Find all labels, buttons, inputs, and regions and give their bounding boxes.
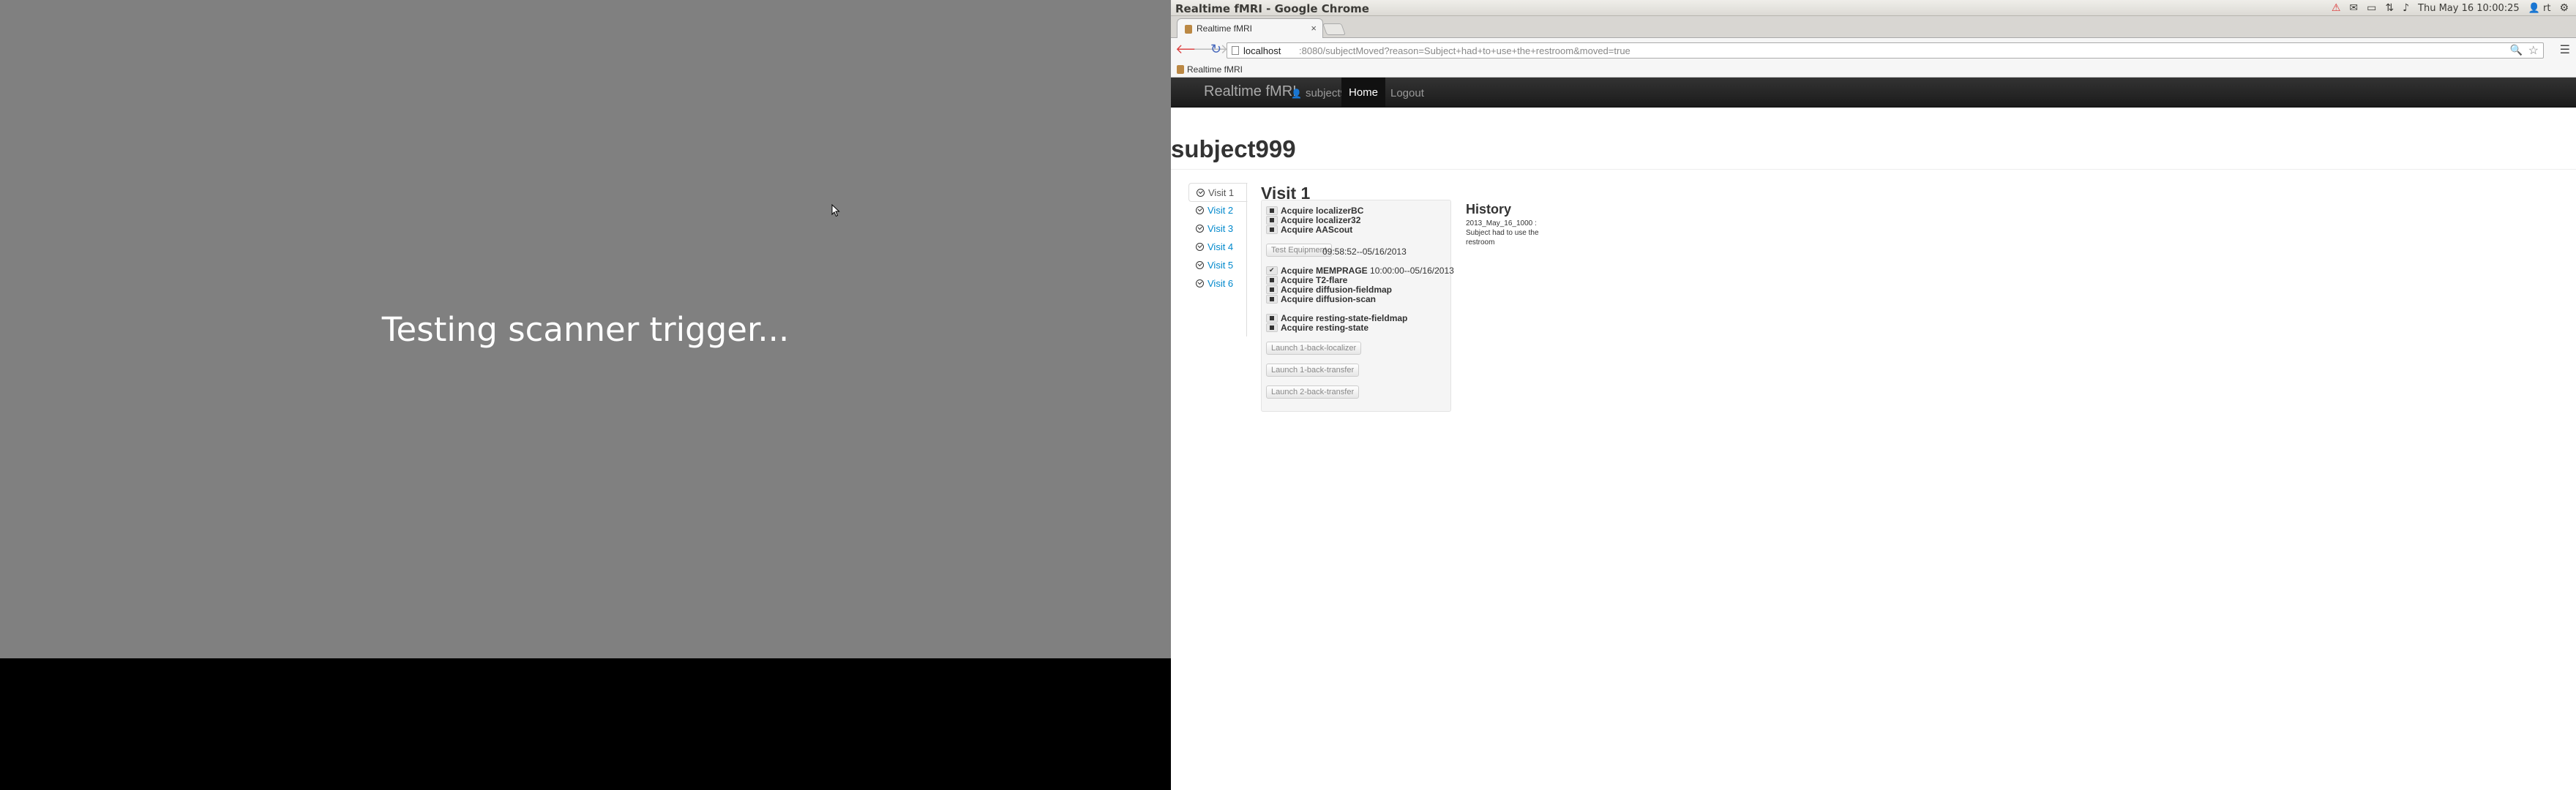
window-title: Realtime fMRI - Google Chrome [1175, 2, 1369, 15]
right-monitor: Realtime fMRI - Google Chrome ⚠ ✉ ▭ ⇅ ♪ … [1171, 0, 2576, 790]
task-item: Acquire diffusion-scan [1266, 294, 1376, 304]
task-item: Acquire resting-state [1266, 323, 1368, 333]
favicon-icon [1185, 25, 1192, 34]
launch-1-back-transfer-button[interactable]: Launch 1-back-transfer [1266, 364, 1360, 377]
scanner-display: Testing scanner trigger... [0, 0, 1171, 658]
tab-label: Visit 5 [1208, 260, 1234, 271]
page-title: subject999 [1171, 135, 1296, 162]
magnifier-icon[interactable]: 🔍 [2510, 44, 2523, 56]
nav-logout-link[interactable]: Logout [1390, 87, 1424, 99]
page-icon [1232, 46, 1239, 55]
task-item: Acquire diffusion-fieldmap [1266, 285, 1392, 295]
browser-tab[interactable]: Realtime fMRI × [1177, 18, 1323, 38]
check-circle-icon [1196, 225, 1204, 233]
tab-label: Visit 3 [1208, 223, 1234, 234]
tab-visit-6[interactable]: Visit 6 [1188, 274, 1247, 293]
battery-icon[interactable]: ▭ [2367, 2, 2376, 14]
user-icon: 👤 [1291, 89, 1302, 99]
task-panel: Acquire localizerBC Acquire localizer32 … [1261, 200, 1454, 412]
task-item: Acquire resting-state-fieldmap [1266, 313, 1407, 323]
divider [1171, 169, 2576, 170]
launch-2-back-transfer-button[interactable]: Launch 2-back-transfer [1266, 385, 1360, 399]
bookmark-item[interactable]: Realtime fMRI [1187, 64, 1243, 75]
tab-label: Visit 2 [1208, 205, 1234, 216]
task-name: Acquire AAScout [1281, 225, 1353, 235]
task-item: Acquire T2-flare [1266, 275, 1347, 285]
tab-visit-1[interactable]: Visit 1 [1188, 183, 1248, 202]
nav-home-link[interactable]: Home [1341, 78, 1386, 108]
url-host: localhost [1243, 45, 1281, 56]
task-name: Acquire diffusion-scan [1281, 294, 1377, 304]
address-bar[interactable]: localhost :8080/subjectMoved?reason=Subj… [1227, 42, 2544, 59]
check-circle-icon [1196, 243, 1204, 251]
bookmark-favicon-icon [1177, 65, 1184, 74]
tab-label: Visit 4 [1208, 241, 1234, 252]
history-title: History [1466, 202, 1512, 217]
hamburger-menu-icon[interactable]: ☰ [2560, 42, 2570, 57]
web-page: Realtime fMRI 👤 subject999 Home Logout su… [1171, 78, 2576, 790]
url-path: :8080/subjectMoved?reason=Subject+had+to… [1299, 45, 1630, 56]
task-name: Acquire T2-flare [1281, 275, 1348, 285]
history-entry: 2013_May_16_1000 : Subject had to use th… [1466, 219, 1539, 247]
navbar: Realtime fMRI 👤 subject999 Home Logout [1171, 78, 2576, 108]
trigger-status-message: Testing scanner trigger... [381, 310, 790, 349]
task-item: Acquire MEMPRAGE 10:00:00--05/16/2013 [1266, 266, 1454, 276]
task-name: Acquire resting-state [1281, 323, 1369, 333]
task-item: Acquire localizerBC [1266, 206, 1363, 216]
gear-icon[interactable]: ⚙ [2559, 2, 2569, 14]
volume-icon[interactable]: ♪ [2403, 2, 2409, 14]
tab-strip: Realtime fMRI × [1171, 16, 2576, 38]
task-name: Acquire localizer32 [1281, 215, 1361, 225]
mail-icon[interactable]: ✉ [2349, 2, 2358, 14]
bookmark-star-icon[interactable]: ☆ [2528, 43, 2539, 58]
user-menu[interactable]: 👤 rt [2528, 3, 2551, 14]
warning-icon[interactable]: ⚠ [2332, 2, 2341, 14]
os-user-name: rt [2542, 2, 2551, 14]
network-icon[interactable]: ⇅ [2385, 2, 2394, 14]
tab-label: Visit 6 [1208, 278, 1234, 289]
system-tray: ⚠ ✉ ▭ ⇅ ♪ Thu May 16 10:00:25 👤 rt ⚙ [2332, 1, 2569, 15]
user-icon: 👤 [2528, 2, 2540, 14]
bookmarks-bar: Realtime fMRI [1171, 61, 2576, 78]
check-circle-icon [1196, 206, 1204, 214]
tab-visit-4[interactable]: Visit 4 [1188, 238, 1247, 257]
new-tab-button[interactable] [1322, 23, 1346, 35]
launch-1-back-localizer-button[interactable]: Launch 1-back-localizer [1266, 342, 1362, 355]
task-checkbox[interactable] [1266, 216, 1278, 225]
check-circle-icon [1197, 189, 1205, 197]
task-name: Acquire diffusion-fieldmap [1281, 285, 1393, 295]
tab-title: Realtime fMRI [1197, 23, 1253, 34]
task-name: Acquire resting-state-fieldmap [1281, 313, 1408, 323]
check-circle-icon [1196, 279, 1204, 287]
task-checkbox-checked[interactable] [1266, 266, 1278, 275]
tab-visit-3[interactable]: Visit 3 [1188, 219, 1247, 238]
tab-visit-2[interactable]: Visit 2 [1188, 201, 1247, 220]
os-top-panel: Realtime fMRI - Google Chrome ⚠ ✉ ▭ ⇅ ♪ … [1171, 0, 2576, 16]
task-checkbox[interactable] [1266, 323, 1278, 332]
clock[interactable]: Thu May 16 10:00:25 [2418, 3, 2520, 14]
task-checkbox[interactable] [1266, 295, 1278, 304]
tab-close-button[interactable]: × [1311, 23, 1317, 34]
task-item: Acquire AAScout [1266, 225, 1352, 235]
test-equipment-timestamp: 09:58:52--05/16/2013 [1322, 247, 1407, 257]
tab-visit-5[interactable]: Visit 5 [1188, 256, 1247, 275]
browser-toolbar: 🡐 🡒 ↻ localhost :8080/subjectMoved?reaso… [1171, 38, 2576, 61]
brand-link[interactable]: Realtime fMRI [1204, 83, 1297, 100]
task-timestamp: 10:00:00--05/16/2013 [1370, 266, 1454, 276]
task-checkbox[interactable] [1266, 276, 1278, 285]
task-name: Acquire MEMPRAGE [1281, 266, 1368, 276]
task-checkbox[interactable] [1266, 225, 1278, 234]
task-checkbox[interactable] [1266, 314, 1278, 323]
task-name: Acquire localizerBC [1281, 206, 1364, 216]
reload-icon[interactable]: ↻ [1210, 42, 1221, 56]
tabs-divider [1246, 183, 1247, 336]
tab-label: Visit 1 [1208, 187, 1235, 198]
left-monitor: Testing scanner trigger... [0, 0, 1171, 790]
task-checkbox[interactable] [1266, 206, 1278, 215]
check-circle-icon [1196, 261, 1204, 269]
task-item: Acquire localizer32 [1266, 215, 1360, 225]
task-checkbox[interactable] [1266, 285, 1278, 294]
